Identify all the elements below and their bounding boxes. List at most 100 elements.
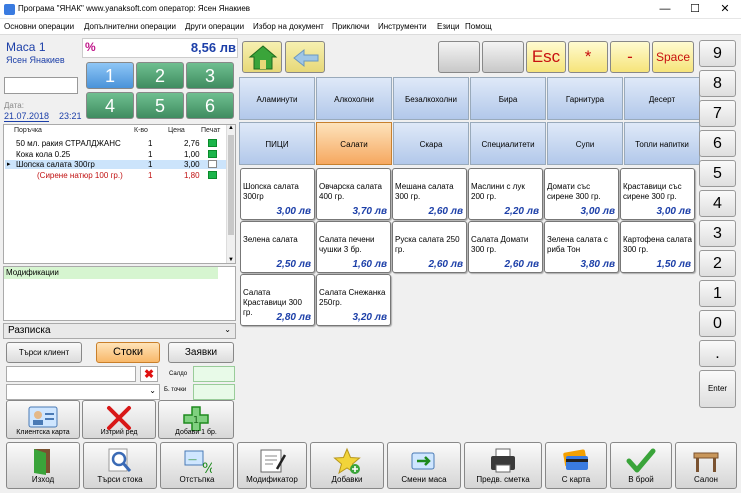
category-button[interactable]: Салати — [316, 122, 392, 165]
product-button[interactable]: Маслини с лук 200 гр. 2,20 лв — [468, 168, 543, 220]
category-button[interactable]: ПИЦИ — [239, 122, 315, 165]
client-select[interactable]: ⌄ — [6, 384, 160, 400]
salon-button[interactable]: Салон — [675, 442, 737, 489]
goods-button[interactable]: Стоки — [96, 342, 160, 363]
order-row[interactable]: 50 мл. ракия СТРАЛДЖАНС 1 2,76 — [5, 139, 227, 148]
menu-close-out[interactable]: Приключи — [332, 22, 369, 31]
date-value[interactable]: 21.07.2018 — [4, 111, 50, 122]
find-client-button[interactable]: Търси клиент — [6, 342, 82, 363]
order-row-name: (Сирене натюр 100 гр.) — [37, 171, 123, 180]
pay-by-card-button[interactable]: С карта — [545, 442, 607, 489]
table-pad-6[interactable]: 6 — [186, 92, 234, 119]
add-one-button[interactable]: 1 Добави 1 бр. — [158, 400, 234, 439]
order-grid[interactable]: Поръчка К-во Цена Печат 50 мл. ракия СТР… — [3, 124, 236, 264]
print-checkbox[interactable] — [208, 139, 217, 147]
category-button[interactable]: Бира — [470, 77, 546, 120]
find-item-button[interactable]: Търси стока — [83, 442, 157, 489]
minimize-button[interactable]: — — [651, 0, 679, 19]
menu-languages[interactable]: Езици — [437, 22, 460, 31]
minus-button[interactable]: - — [610, 41, 650, 73]
table-pad-4[interactable]: 4 — [86, 92, 134, 119]
key-5[interactable]: 5 — [699, 160, 736, 187]
order-row-selected[interactable]: ▸ Шопска салата 300гр 1 3,00 — [5, 160, 227, 169]
category-button[interactable]: Специалитети — [470, 122, 546, 165]
discount-button[interactable]: %— Отстъпка — [160, 442, 234, 489]
scroll-down-icon[interactable]: ▼ — [228, 257, 234, 263]
delete-row-button[interactable]: Изтрий ред — [82, 400, 156, 439]
key-9[interactable]: 9 — [699, 40, 736, 67]
key-7[interactable]: 7 — [699, 100, 736, 127]
key-6[interactable]: 6 — [699, 130, 736, 157]
key-1[interactable]: 1 — [699, 280, 736, 307]
client-card-button[interactable]: Клиентска карта — [6, 400, 80, 439]
category-button[interactable]: Десерт — [624, 77, 700, 120]
product-button[interactable]: Шопска салата 300гр 3,00 лв — [240, 168, 315, 220]
category-button[interactable]: Гарнитура — [547, 77, 623, 120]
change-table-button[interactable]: Смени маса — [387, 442, 461, 489]
clear-client-icon[interactable]: ✖ — [140, 366, 158, 382]
menu-other-operations[interactable]: Други операции — [185, 22, 244, 31]
order-row-modifier[interactable]: (Сирене натюр 100 гр.) 1 1,80 — [5, 171, 227, 180]
pay-cash-button[interactable]: В брой — [610, 442, 672, 489]
requests-button[interactable]: Заявки — [168, 342, 234, 363]
product-button[interactable]: Салата Снежанка 250гр. 3,20 лв — [316, 274, 391, 326]
product-button[interactable]: Овчарска салата 400 гр. 3,70 лв — [316, 168, 391, 220]
product-button[interactable]: Зелена салата с риба Тон 3,80 лв — [544, 221, 619, 273]
exit-button[interactable]: Изход — [6, 442, 80, 489]
home-button[interactable] — [242, 41, 282, 73]
product-button[interactable]: Зелена салата 2,50 лв — [240, 221, 315, 273]
print-checkbox[interactable] — [208, 150, 217, 158]
order-scrollbar[interactable]: ▲ ▼ — [226, 125, 235, 263]
product-button[interactable]: Домати със сирене 300 гр. 3,00 лв — [544, 168, 619, 220]
receipt-select[interactable]: Разписка ⌄ — [3, 323, 236, 339]
pre-bill-button[interactable]: Предв. сметка — [464, 442, 542, 489]
key-8[interactable]: 8 — [699, 70, 736, 97]
menu-main-operations[interactable]: Основни операции — [4, 22, 74, 31]
client-input[interactable] — [6, 366, 136, 382]
product-button[interactable]: Краставици със сирене 300 гр. 3,00 лв — [620, 168, 695, 220]
decimal-key[interactable]: . — [699, 340, 736, 367]
star-button[interactable]: * — [568, 41, 608, 73]
esc-button[interactable]: Esc — [526, 41, 566, 73]
table-pad-5[interactable]: 5 — [136, 92, 184, 119]
order-row[interactable]: Кока кола 0.25 1 1,00 — [5, 150, 227, 159]
key-0[interactable]: 0 — [699, 310, 736, 337]
blank-button-1[interactable] — [438, 41, 480, 73]
scroll-thumb[interactable] — [228, 135, 234, 235]
back-button[interactable] — [285, 41, 325, 73]
key-4[interactable]: 4 — [699, 190, 736, 217]
blank-button-2[interactable] — [482, 41, 524, 73]
scroll-up-icon[interactable]: ▲ — [228, 125, 234, 131]
category-button[interactable]: Супи — [547, 122, 623, 165]
table-pad-2[interactable]: 2 — [136, 62, 184, 89]
category-button[interactable]: Безалкохолни — [393, 77, 469, 120]
category-button[interactable]: Алкохолни — [316, 77, 392, 120]
space-button[interactable]: Space — [652, 41, 694, 73]
menu-select-document[interactable]: Избор на документ — [253, 22, 324, 31]
enter-key[interactable]: Enter — [699, 370, 736, 408]
product-button[interactable]: Мешана салата 300 гр. 2,60 лв — [392, 168, 467, 220]
print-checkbox[interactable] — [208, 160, 217, 168]
category-button[interactable]: Скара — [393, 122, 469, 165]
table-pad-1[interactable]: 1 — [86, 62, 134, 89]
additions-button[interactable]: Добавки — [310, 442, 384, 489]
maximize-button[interactable]: ☐ — [681, 0, 709, 19]
modifier-label: Модификатор — [246, 475, 298, 484]
menu-extra-operations[interactable]: Допълнителни операции — [84, 22, 176, 31]
category-button[interactable]: Топли напитки — [624, 122, 700, 165]
table-pad-3[interactable]: 3 — [186, 62, 234, 89]
product-button[interactable]: Салата Домати 300 гр. 2,60 лв — [468, 221, 543, 273]
close-button[interactable]: ✕ — [711, 0, 739, 19]
print-checkbox[interactable] — [208, 171, 217, 179]
key-2[interactable]: 2 — [699, 250, 736, 277]
menu-help[interactable]: Помощ — [465, 22, 492, 31]
product-button[interactable]: Салата печени чушки 3 бр. 1,60 лв — [316, 221, 391, 273]
product-button[interactable]: Салата Краставици 300 гр. 2,80 лв — [240, 274, 315, 326]
menu-tools[interactable]: Инструменти — [378, 22, 427, 31]
product-button[interactable]: Руска салата 250 гр. 2,60 лв — [392, 221, 467, 273]
key-3[interactable]: 3 — [699, 220, 736, 247]
modifier-button[interactable]: Модификатор — [237, 442, 307, 489]
product-button[interactable]: Картофена салата 300 гр. 1,50 лв — [620, 221, 695, 273]
barcode-input[interactable] — [4, 77, 78, 94]
category-button[interactable]: Аламинути — [239, 77, 315, 120]
